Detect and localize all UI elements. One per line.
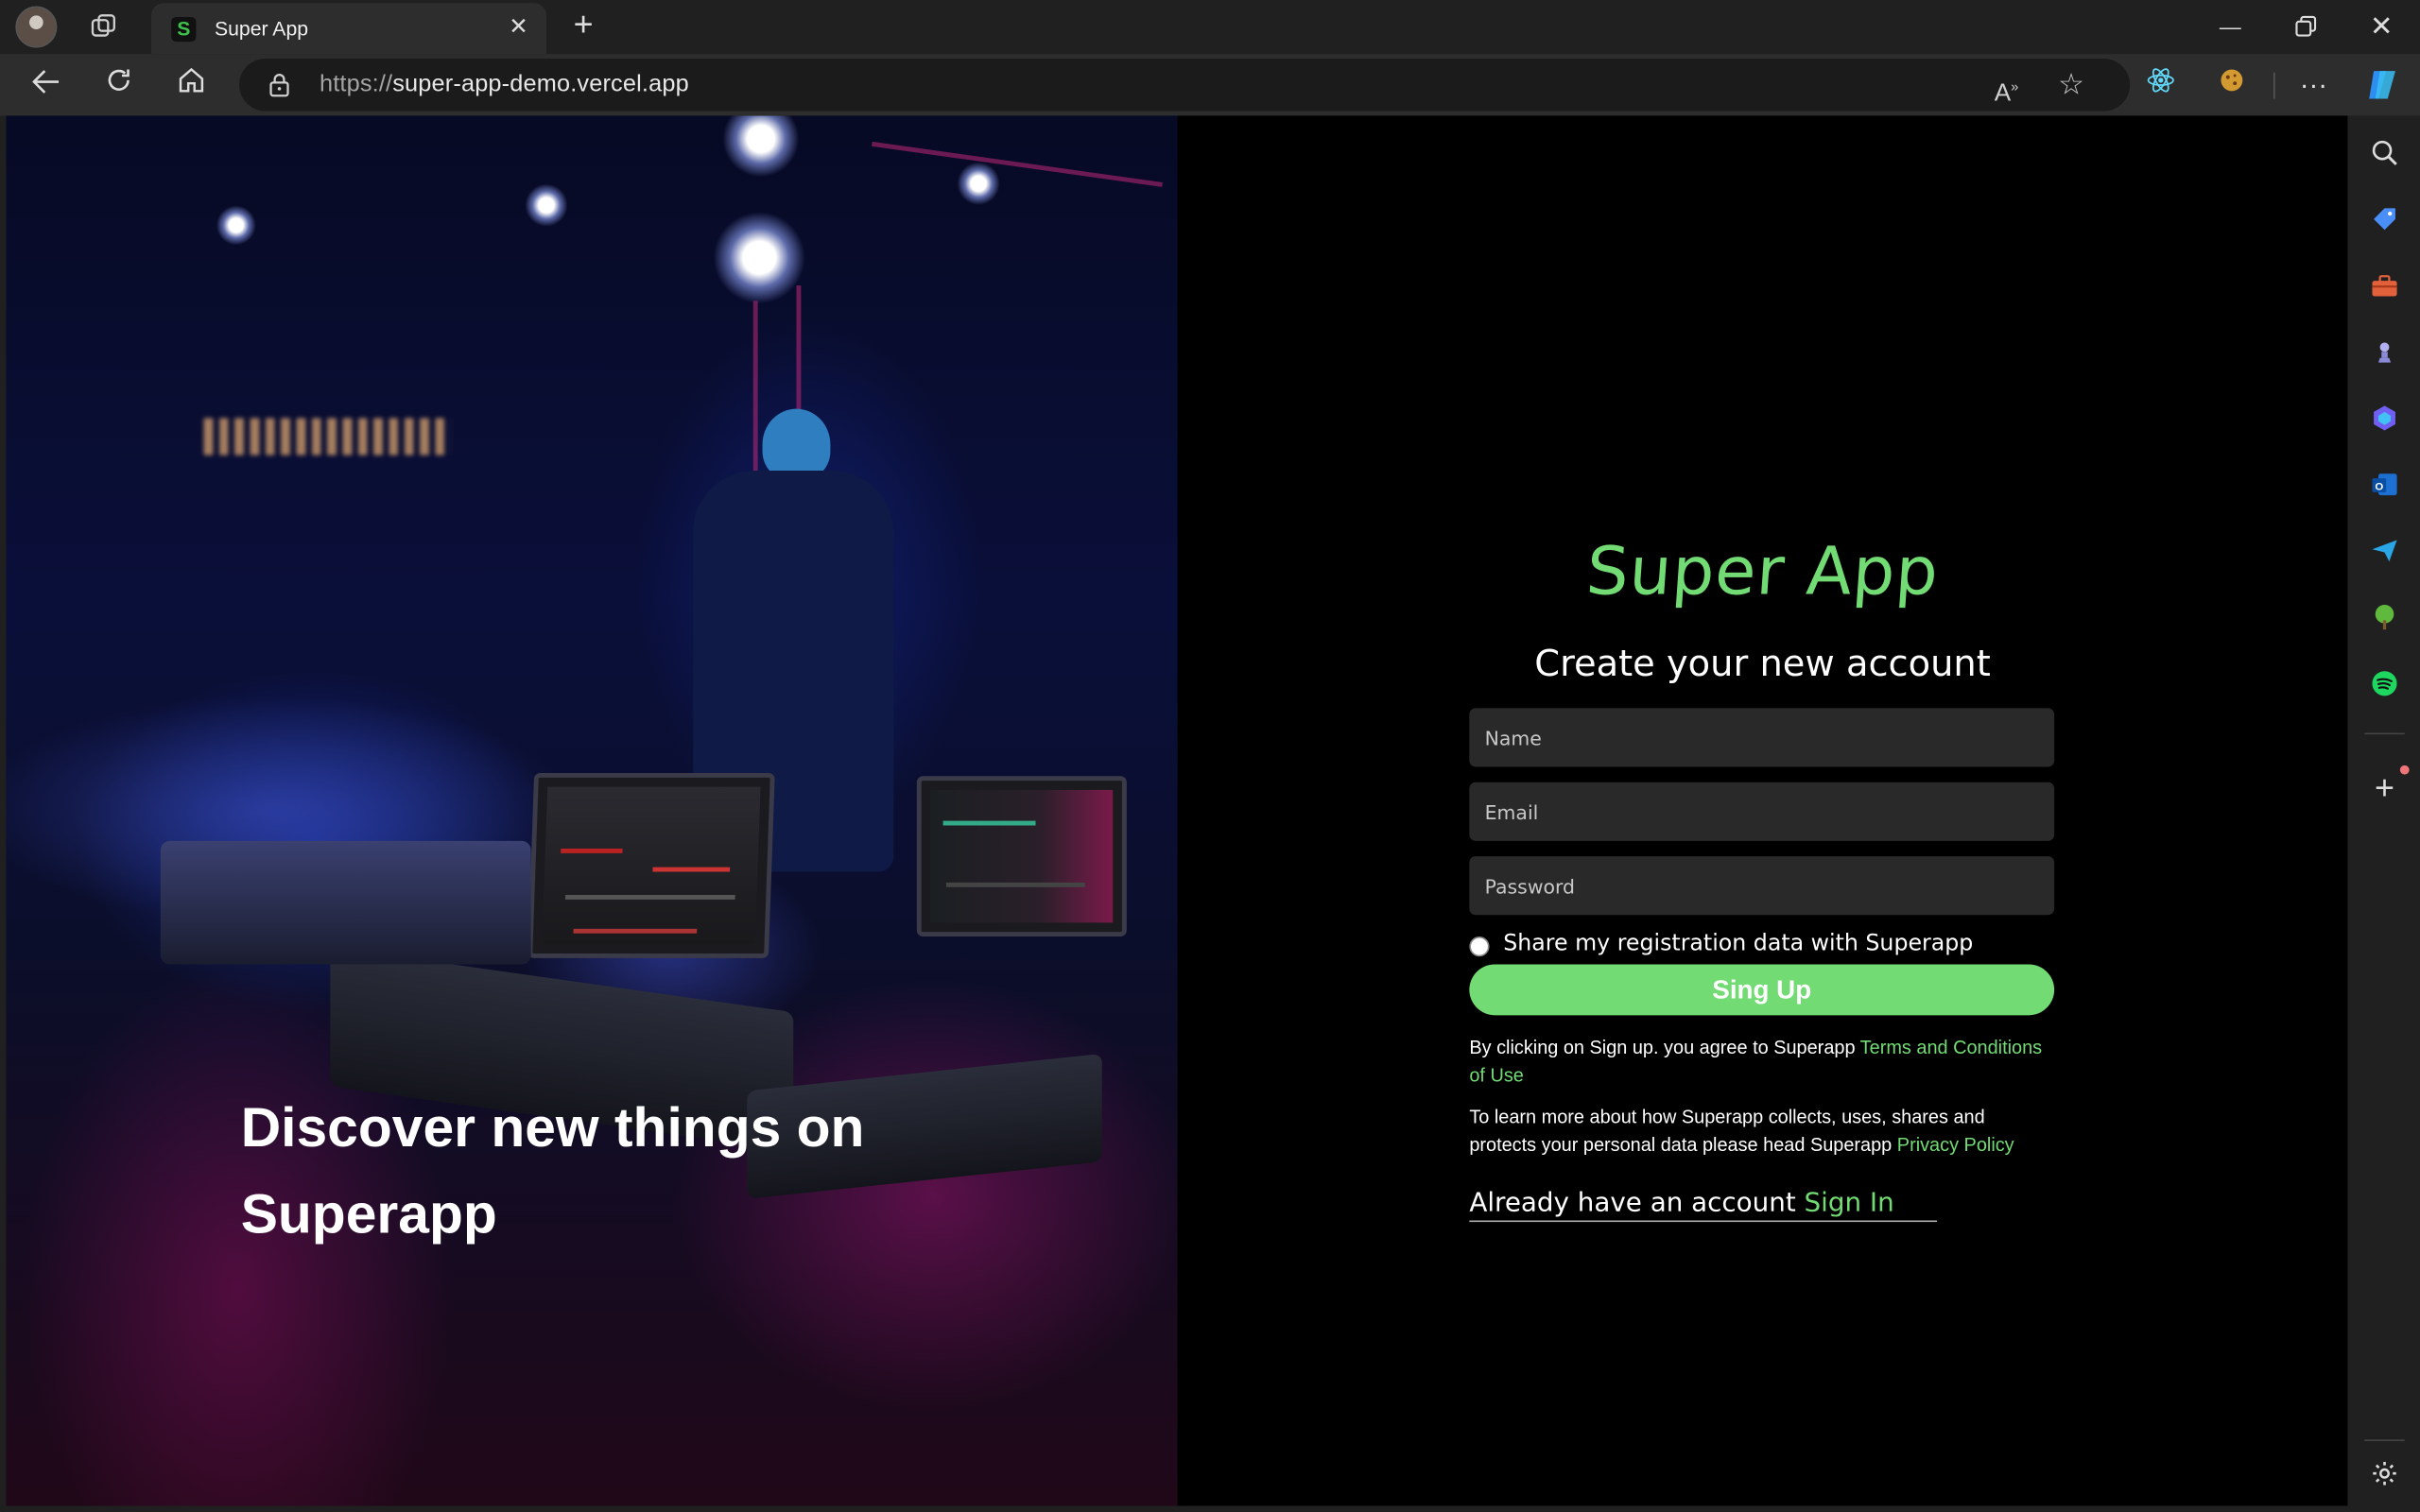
tab-title: Super App <box>214 16 309 41</box>
speaker <box>160 840 531 965</box>
back-button[interactable] <box>26 66 66 103</box>
privacy-policy-link[interactable]: Privacy Policy <box>1897 1134 2014 1156</box>
workspaces-icon[interactable] <box>86 9 120 43</box>
privacy-notice: To learn more about how Superapp collect… <box>1469 1106 2014 1156</box>
outlook-icon[interactable]: O <box>2366 466 2403 503</box>
copilot-icon[interactable] <box>2364 66 2401 103</box>
laptop-left <box>527 772 775 958</box>
close-window-button[interactable]: ✕ <box>2360 9 2403 43</box>
laptop-right <box>916 776 1127 937</box>
signin-link[interactable]: Sign In <box>1805 1188 1894 1219</box>
search-icon[interactable] <box>2366 134 2403 171</box>
favorite-star-icon[interactable]: ☆ <box>2054 70 2088 102</box>
add-icon[interactable]: + <box>2366 768 2403 807</box>
sidebar-separator-bottom <box>2364 1439 2405 1441</box>
favicon-icon: S <box>171 16 197 42</box>
share-data-radio[interactable] <box>1469 936 1490 956</box>
read-aloud-icon[interactable]: A» <box>1990 71 2024 107</box>
password-field[interactable] <box>1469 856 2055 916</box>
spotify-icon[interactable] <box>2366 665 2403 702</box>
name-field[interactable] <box>1469 708 2055 767</box>
stage-light <box>216 205 257 246</box>
url-text[interactable]: https://super-app-demo.vercel.app <box>320 71 689 98</box>
toolbox-icon[interactable] <box>2366 266 2403 303</box>
svg-text:O: O <box>2375 481 2383 492</box>
new-tab-button[interactable]: + <box>565 7 602 44</box>
tab-super-app[interactable]: S Super App ✕ <box>151 3 546 55</box>
browser-sidebar: O + <box>2348 115 2420 1512</box>
settings-icon[interactable] <box>2366 1455 2403 1492</box>
minimize-button[interactable]: — <box>2208 9 2252 43</box>
notification-dot <box>2399 765 2410 775</box>
stage-light <box>525 183 568 228</box>
share-data-label: Share my registration data with Superapp <box>1503 932 1974 957</box>
performer-cap <box>762 408 831 480</box>
extension-cookie-icon[interactable] <box>2213 66 2250 103</box>
page-viewport: Discover new things on Superapp Super Ap… <box>6 115 2348 1506</box>
home-button[interactable] <box>171 66 211 103</box>
toolbar-separator <box>2273 72 2275 99</box>
stage-sign <box>203 418 451 455</box>
more-menu-icon[interactable]: ··· <box>2295 66 2332 103</box>
page-title: Create your new account <box>1534 642 1991 685</box>
hero-headline: Discover new things on Superapp <box>240 1095 865 1246</box>
stage-light <box>957 162 1000 206</box>
restore-button[interactable] <box>2284 9 2327 43</box>
stage-light <box>713 211 806 304</box>
stage-light <box>722 115 800 178</box>
profile-avatar[interactable] <box>15 6 58 48</box>
tree-icon[interactable] <box>2366 598 2403 635</box>
hero-image: Discover new things on Superapp <box>6 115 1178 1506</box>
lock-icon[interactable] <box>268 73 290 97</box>
signup-button[interactable]: Sing Up <box>1469 964 2055 1016</box>
browser-toolbar: https://super-app-demo.vercel.app A» ☆ ·… <box>0 54 2420 116</box>
signin-prompt: Already have an account Sign In <box>1469 1188 1938 1223</box>
brand-logo: Super App <box>1583 533 1942 611</box>
share-data-option[interactable]: Share my registration data with Superapp <box>1469 932 1973 956</box>
close-tab-icon[interactable]: ✕ <box>507 15 531 40</box>
copilot-sidebar-icon[interactable] <box>2366 400 2403 437</box>
reload-button[interactable] <box>98 66 138 103</box>
sidebar-separator <box>2364 732 2405 735</box>
terms-notice: By clicking on Sign up. you agree to Sup… <box>1469 1037 2043 1087</box>
signup-panel: Super App Create your new account Share … <box>1177 115 2348 1506</box>
chess-icon[interactable] <box>2366 334 2403 370</box>
tag-icon[interactable] <box>2366 200 2403 237</box>
send-icon[interactable] <box>2366 532 2403 569</box>
stage-truss <box>872 141 1163 187</box>
browser-titlebar: S Super App ✕ + — ✕ <box>0 0 2420 55</box>
address-bar[interactable]: https://super-app-demo.vercel.app A» ☆ <box>239 59 2131 112</box>
react-devtools-icon[interactable] <box>2142 66 2179 103</box>
email-field[interactable] <box>1469 782 2055 841</box>
